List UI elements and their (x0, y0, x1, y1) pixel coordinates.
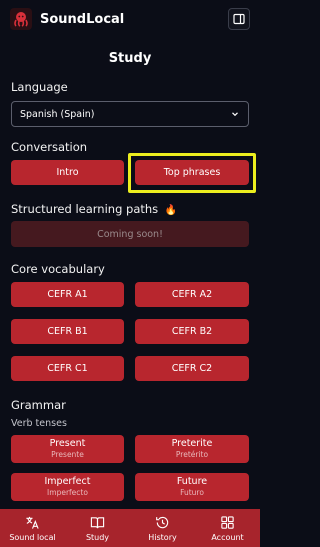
nav-label: Sound local (9, 532, 56, 542)
cefr-c1-button[interactable]: CEFR C1 (11, 356, 124, 381)
app-header: SoundLocal (0, 0, 260, 38)
tense-spanish: Futuro (180, 488, 204, 497)
structured-paths-text: Structured learning paths (11, 202, 159, 216)
present-tense-button[interactable]: Present Presente (11, 435, 124, 463)
sidebar-icon (233, 13, 245, 25)
intro-button[interactable]: Intro (11, 160, 124, 185)
tense-name: Future (176, 476, 208, 487)
cefr-a2-button[interactable]: CEFR A2 (135, 282, 249, 307)
tense-name: Imperfect (44, 476, 91, 487)
cefr-a1-button[interactable]: CEFR A1 (11, 282, 124, 307)
nav-item-study[interactable]: Study (65, 509, 130, 547)
octopus-icon[interactable] (10, 8, 32, 30)
future-tense-button[interactable]: Future Futuro (135, 473, 249, 501)
language-select-value: Spanish (Spain) (20, 108, 95, 120)
fire-icon: 🔥 (164, 205, 178, 216)
history-icon (155, 515, 171, 531)
sidebar-toggle-button[interactable] (228, 8, 250, 30)
tense-name: Preterite (171, 438, 213, 449)
coming-soon-button: Coming soon! (11, 221, 249, 247)
core-vocabulary-label: Core vocabulary (11, 262, 105, 276)
preterite-tense-button[interactable]: Preterite Pretérito (135, 435, 249, 463)
tense-name: Present (49, 438, 86, 449)
book-icon (90, 515, 106, 531)
nav-item-sound-local[interactable]: Sound local (0, 509, 65, 547)
top-phrases-button[interactable]: Top phrases (135, 160, 249, 185)
grammar-label: Grammar (11, 398, 66, 412)
tense-spanish: Presente (51, 450, 84, 459)
conversation-label: Conversation (11, 140, 88, 154)
nav-label: Account (211, 532, 244, 542)
imperfect-tense-button[interactable]: Imperfect Imperfecto (11, 473, 124, 501)
nav-item-account[interactable]: Account (195, 509, 260, 547)
cefr-b2-button[interactable]: CEFR B2 (135, 319, 249, 344)
cefr-b1-button[interactable]: CEFR B1 (11, 319, 124, 344)
bottom-nav: Sound local Study History Account (0, 509, 260, 547)
grid-icon (220, 515, 236, 531)
verb-tenses-label: Verb tenses (11, 418, 67, 429)
tense-spanish: Imperfecto (47, 488, 88, 497)
nav-item-history[interactable]: History (130, 509, 195, 547)
translate-icon (25, 515, 41, 531)
study-screen: SoundLocal Study Language Spanish (Spain… (0, 0, 260, 547)
nav-label: Study (85, 532, 110, 542)
tense-spanish: Pretérito (175, 450, 209, 459)
page-title: Study (108, 51, 152, 66)
cefr-c2-button[interactable]: CEFR C2 (135, 356, 249, 381)
structured-paths-label: Structured learning paths 🔥 (11, 202, 177, 216)
language-label: Language (11, 80, 68, 94)
nav-label: History (148, 532, 177, 542)
language-select[interactable]: Spanish (Spain) (11, 101, 249, 127)
chevron-down-icon (230, 109, 240, 119)
app-name: SoundLocal (40, 11, 125, 27)
